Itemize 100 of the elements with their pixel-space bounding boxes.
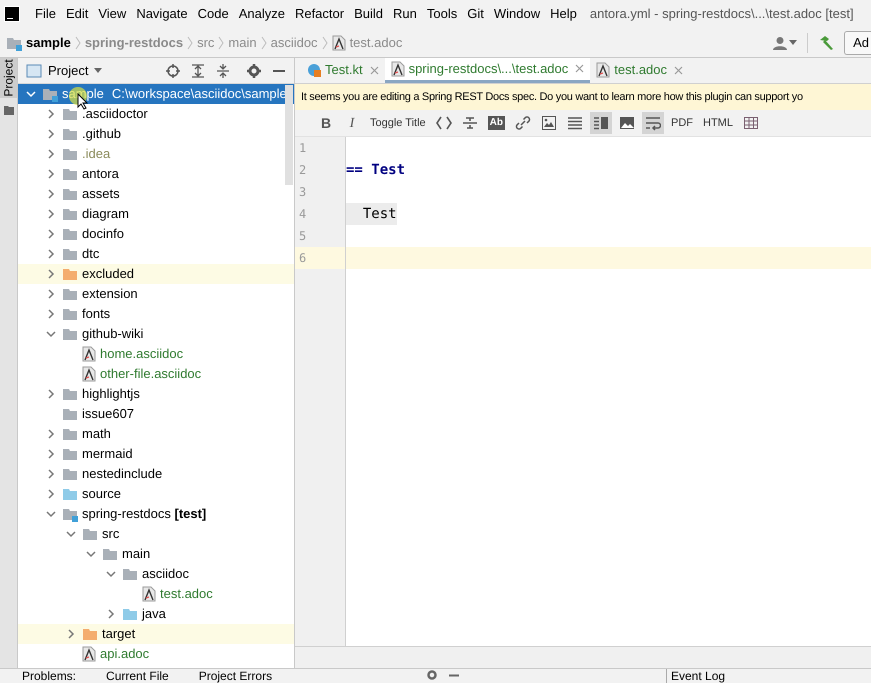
italic-button[interactable]: I [341, 112, 363, 134]
soft-wrap-button[interactable] [642, 112, 664, 134]
toolbar-button[interactable]: PDF [668, 112, 696, 134]
menu-item[interactable]: Navigate [131, 4, 193, 24]
tree-item-label[interactable]: main [122, 544, 150, 564]
chevron-right-icon[interactable] [46, 449, 56, 459]
menu-item[interactable]: Build [349, 4, 388, 24]
menu-item[interactable]: Refactor [290, 4, 350, 24]
tree-item-label[interactable]: api.adoc [100, 644, 150, 664]
tree-item-label[interactable]: dtc [82, 244, 100, 264]
chevron-right-icon[interactable] [46, 149, 56, 159]
folder-icon [62, 286, 78, 302]
tree-item-label[interactable]: home.asciidoc [100, 344, 184, 364]
person-icon [773, 36, 788, 50]
highlight-button[interactable]: Ab [488, 116, 505, 130]
tool-window-tab[interactable]: Current File [98, 669, 177, 683]
menu-item[interactable]: Window [488, 4, 546, 24]
user-button[interactable] [771, 36, 800, 50]
tree-item-label[interactable]: assets [82, 184, 120, 204]
chevron-down-icon[interactable] [66, 529, 76, 539]
settings-icon[interactable] [247, 64, 261, 78]
breadcrumb[interactable]: sample [26, 32, 71, 52]
chevron-down-icon[interactable] [106, 569, 116, 579]
line-number: 5 [298, 228, 308, 245]
menu-item[interactable]: Code [192, 4, 234, 24]
tree-item-label[interactable]: antora [82, 164, 119, 184]
chevron-right-icon[interactable] [46, 469, 56, 479]
tree-item-label[interactable]: highlightjs [82, 384, 140, 404]
scrollbar[interactable] [285, 85, 293, 185]
chevron-separator-icon [217, 36, 226, 50]
editor-tab[interactable]: Test.kt [301, 58, 385, 83]
tree-item-label[interactable]: extension [82, 284, 138, 304]
tree-item-label[interactable]: test.adoc [160, 584, 213, 604]
menu-item[interactable]: File [30, 4, 61, 24]
tree-item-label[interactable]: nestedinclude [82, 464, 162, 484]
toolbar-button[interactable]: Toggle Title [367, 112, 429, 134]
menu-item[interactable]: Analyze [234, 4, 290, 24]
tree-item-label[interactable]: .idea [82, 144, 110, 164]
tree-item-label[interactable]: mermaid [82, 444, 133, 464]
tree-item-label[interactable]: .github [82, 124, 122, 144]
chevron-right-icon[interactable] [106, 609, 116, 619]
chevron-right-icon[interactable] [46, 109, 56, 119]
tree-item-label[interactable]: target [102, 624, 136, 644]
folder-icon [82, 626, 98, 642]
kotlin-file-icon [307, 63, 321, 77]
tree-item-label[interactable]: spring-restdocs [test] [82, 504, 206, 524]
bold-button[interactable]: B [315, 112, 337, 134]
tool-window-tab[interactable]: Problems: [14, 669, 84, 683]
expand-all-icon[interactable] [191, 64, 205, 78]
tree-item-label[interactable]: src [102, 524, 120, 544]
chevron-right-icon[interactable] [46, 289, 56, 299]
chevron-down-icon[interactable] [46, 329, 56, 339]
chevron-right-icon[interactable] [46, 309, 56, 319]
chevron-right-icon[interactable] [46, 209, 56, 219]
chevron-right-icon[interactable] [46, 169, 56, 179]
line-number: 1 [298, 140, 308, 157]
editor-tab[interactable]: spring-restdocs\...\test.adoc [384, 58, 590, 83]
chevron-right-icon[interactable] [46, 489, 56, 499]
tree-item-label[interactable]: excluded [82, 264, 134, 284]
tree-item-label[interactable]: docinfo [82, 224, 124, 244]
collapse-all-icon[interactable] [216, 64, 230, 78]
split-layout-button[interactable] [590, 112, 612, 134]
chevron-down-icon[interactable] [26, 89, 36, 99]
menu-item[interactable]: Tools [422, 4, 462, 24]
menu-item[interactable]: Run [388, 4, 422, 24]
chevron-down-icon[interactable] [46, 509, 56, 519]
tool-window-tab[interactable]: Project Errors [190, 669, 280, 683]
menu-item[interactable]: Help [545, 4, 582, 24]
chevron-right-icon[interactable] [46, 249, 56, 259]
side-tool-tab[interactable]: Project [0, 58, 17, 98]
tree-row[interactable]: target [18, 624, 294, 644]
chevron-right-icon[interactable] [46, 129, 56, 139]
tree-item-label[interactable]: fonts [82, 304, 110, 324]
tree-item-label[interactable]: diagram [82, 204, 129, 224]
folder-icon [62, 406, 78, 422]
chevron-right-icon[interactable] [46, 269, 56, 279]
tree-row[interactable]: excluded [18, 264, 294, 284]
folder-icon [122, 566, 138, 582]
tree-item-label[interactable]: .asciidoctor [82, 104, 148, 124]
chevron-right-icon[interactable] [46, 229, 56, 239]
tree-item-label[interactable]: java [142, 604, 166, 624]
menu-item[interactable]: View [93, 4, 132, 24]
tree-item-label[interactable]: other-file.asciidoc [100, 364, 202, 384]
tree-item-label[interactable]: asciidoc [142, 564, 189, 584]
locate-icon[interactable] [166, 64, 180, 78]
toolbar-button[interactable]: HTML [700, 112, 736, 134]
add-configuration-button[interactable]: Ad [844, 30, 871, 54]
tree-item-label[interactable]: issue607 [82, 404, 134, 424]
chevron-right-icon[interactable] [46, 189, 56, 199]
tree-item-label[interactable]: math [82, 424, 111, 444]
chevron-right-icon[interactable] [46, 429, 56, 439]
editor-tab[interactable]: test.adoc [590, 58, 690, 83]
tree-item-label[interactable]: source [82, 484, 122, 504]
tree-item-label[interactable]: github-wiki [82, 324, 144, 344]
chevron-right-icon[interactable] [66, 629, 76, 639]
chevron-down-icon[interactable] [86, 549, 96, 559]
tool-window-tab[interactable]: Event Log [671, 669, 726, 683]
menu-item[interactable]: Edit [60, 4, 94, 24]
menu-item[interactable]: Git [462, 4, 489, 24]
chevron-right-icon[interactable] [46, 389, 56, 399]
